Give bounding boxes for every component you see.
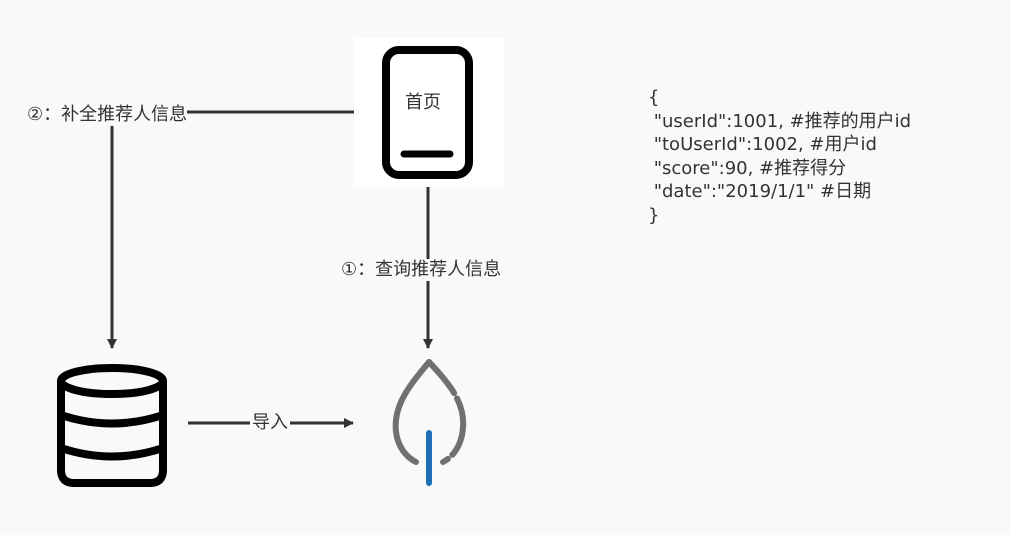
edge-label-import: 导入	[250, 412, 290, 434]
json-line: "score":90, #推荐得分	[648, 157, 847, 179]
json-line: {	[648, 87, 660, 108]
json-example: { "userId":1001, #推荐的用户id "toUserId":100…	[648, 86, 911, 227]
database-icon	[57, 364, 167, 487]
json-line: "userId":1001, #推荐的用户id	[648, 110, 912, 132]
mongodb-leaf-icon	[392, 359, 467, 486]
json-line: "date":"2019/1/1" #日期	[648, 181, 872, 202]
json-line: "toUserId":1002, #用户id	[648, 134, 877, 155]
diagram-graphics	[57, 46, 473, 487]
phone-label: 首页	[405, 92, 441, 113]
json-line: }	[648, 204, 660, 226]
edge-fill-recommender	[107, 110, 354, 349]
edge-label-fill: ②：补全推荐人信息	[27, 104, 188, 126]
diagram-canvas: { "nodes": { "phone": { "label": "首页", "…	[0, 0, 1011, 535]
edge-label-query: ①：查询推荐人信息	[341, 259, 502, 281]
